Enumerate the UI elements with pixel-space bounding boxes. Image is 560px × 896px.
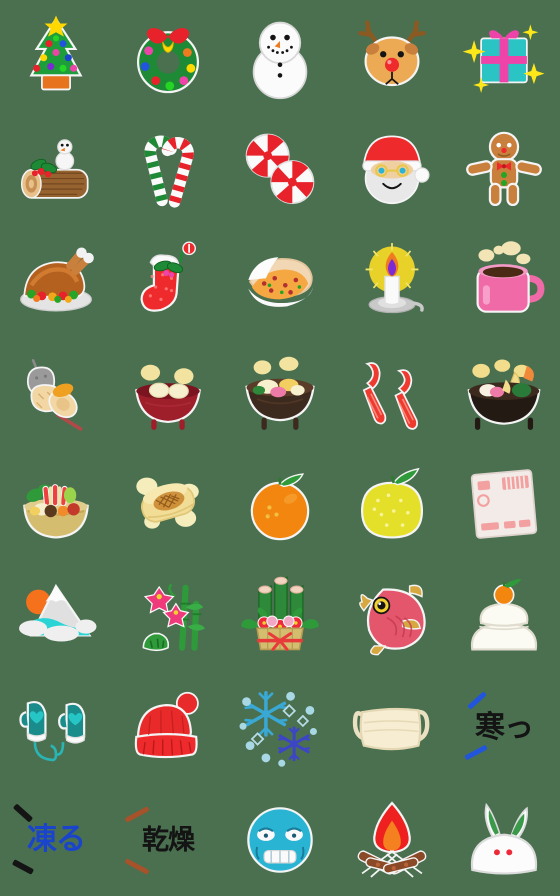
christmas-wreath-icon <box>136 27 200 94</box>
emoji-cell-rabbit-manju[interactable] <box>448 784 560 896</box>
santa-face-icon <box>362 135 430 205</box>
emoji-cell-stollen-bread[interactable] <box>224 224 336 336</box>
emoji-sheet-grid: 寒っ 凍る 乾燥 <box>0 0 560 896</box>
emoji-cell-candle[interactable] <box>336 224 448 336</box>
emoji-cell-ozoni-soup-dark-bowl[interactable] <box>224 336 336 448</box>
ozoni-soup-red-bowl-icon <box>135 364 201 430</box>
emoji-cell-campfire[interactable] <box>336 784 448 896</box>
osechi-box-icon <box>23 484 89 539</box>
emoji-cell-text-kooru[interactable]: 凍る <box>0 784 112 896</box>
sea-bream-tai-icon <box>359 584 426 656</box>
candle-icon <box>365 243 424 314</box>
text-kooru-label: 凍る <box>27 822 86 857</box>
emoji-cell-snowman[interactable] <box>224 0 336 112</box>
candy-canes-icon <box>144 135 194 208</box>
emoji-cell-yuzu-citrus[interactable] <box>336 448 448 560</box>
text-samu-art: 寒っ <box>454 684 554 772</box>
rabbit-manju-icon <box>470 802 538 875</box>
roast-turkey-icon <box>20 247 94 312</box>
toshikoshi-soba-icon <box>467 359 541 430</box>
emoji-cell-mount-fuji-sunrise[interactable] <box>0 560 112 672</box>
emoji-cell-sea-bream-tai[interactable] <box>336 560 448 672</box>
mikan-orange-icon <box>250 473 310 541</box>
text-kooru-art: 凍る <box>6 796 106 884</box>
kagami-mochi-icon <box>470 579 538 651</box>
emoji-cell-christmas-stocking[interactable] <box>112 224 224 336</box>
emoji-cell-face-mask[interactable] <box>336 672 448 784</box>
emoji-cell-mikan-orange[interactable] <box>224 448 336 560</box>
cold-blue-face-icon <box>247 807 313 873</box>
snowflakes-icon <box>239 691 317 767</box>
accent-stroke-bottom <box>464 744 488 761</box>
emoji-cell-crab-legs[interactable] <box>336 336 448 448</box>
knit-beanie-hat-icon <box>134 691 199 759</box>
emoji-cell-grilled-mochi[interactable] <box>112 448 224 560</box>
emoji-cell-gift-box-sparkle[interactable] <box>448 0 560 112</box>
yuzu-citrus-icon <box>360 467 424 539</box>
hot-cocoa-mug-icon <box>476 241 545 313</box>
emoji-cell-reindeer-face[interactable] <box>336 0 448 112</box>
emoji-cell-candy-canes[interactable] <box>112 112 224 224</box>
crab-legs-icon <box>362 362 418 430</box>
emoji-cell-christmas-tree[interactable] <box>0 0 112 112</box>
reindeer-face-icon <box>358 20 426 87</box>
text-samu-label: 寒っ <box>475 710 534 745</box>
emoji-cell-hot-cocoa-mug[interactable] <box>448 224 560 336</box>
emoji-cell-snowflakes[interactable] <box>224 672 336 784</box>
gift-box-sparkle-icon <box>462 24 545 93</box>
text-kansou-label: 乾燥 <box>142 824 195 856</box>
accent-stroke-top <box>12 803 34 823</box>
emoji-cell-toshikoshi-soba[interactable] <box>448 336 560 448</box>
snowman-icon <box>252 21 308 100</box>
gingerbread-man-icon <box>466 131 542 207</box>
emoji-cell-gingerbread-man[interactable] <box>448 112 560 224</box>
emoji-cell-osechi-box[interactable] <box>0 448 112 560</box>
kadomatsu-icon <box>241 576 319 651</box>
accent-stroke-top <box>124 806 150 823</box>
emoji-cell-buche-de-noel-log[interactable] <box>0 112 112 224</box>
mount-fuji-sunrise-icon <box>19 583 97 642</box>
accent-stroke-bottom <box>124 858 150 875</box>
emoji-cell-mittens[interactable] <box>0 672 112 784</box>
emoji-cell-peppermint-candies[interactable] <box>224 112 336 224</box>
buche-de-noel-log-icon <box>20 139 89 199</box>
emoji-cell-ozoni-soup-red-bowl[interactable] <box>112 336 224 448</box>
emoji-cell-nengajo-new-year-card[interactable] <box>448 448 560 560</box>
christmas-tree-icon <box>29 15 83 91</box>
emoji-cell-christmas-wreath[interactable] <box>112 0 224 112</box>
face-mask-icon <box>352 707 430 751</box>
peppermint-candies-icon <box>245 133 315 205</box>
emoji-cell-oden-skewer[interactable] <box>0 336 112 448</box>
accent-stroke-bottom <box>11 859 35 875</box>
emoji-cell-text-kansou[interactable]: 乾燥 <box>112 784 224 896</box>
oden-skewer-icon <box>26 359 83 431</box>
emoji-cell-roast-turkey[interactable] <box>0 224 112 336</box>
christmas-stocking-icon <box>140 241 196 312</box>
accent-stroke-top <box>467 691 487 710</box>
emoji-cell-knit-beanie-hat[interactable] <box>112 672 224 784</box>
ozoni-soup-dark-bowl-icon <box>245 356 315 430</box>
text-kansou-art: 乾燥 <box>118 796 218 884</box>
emoji-cell-cold-blue-face[interactable] <box>224 784 336 896</box>
mittens-icon <box>19 700 86 762</box>
shochikubai-plum-pine-bamboo-icon <box>142 583 205 652</box>
campfire-icon <box>357 801 427 878</box>
emoji-cell-text-samu[interactable]: 寒っ <box>448 672 560 784</box>
emoji-cell-kadomatsu[interactable] <box>224 560 336 672</box>
grilled-mochi-icon <box>136 477 199 529</box>
emoji-cell-kagami-mochi[interactable] <box>448 560 560 672</box>
nengajo-new-year-card-icon <box>470 469 538 539</box>
stollen-bread-icon <box>248 257 314 307</box>
emoji-cell-shochikubai-plum-pine-bamboo[interactable] <box>112 560 224 672</box>
emoji-cell-santa-face[interactable] <box>336 112 448 224</box>
